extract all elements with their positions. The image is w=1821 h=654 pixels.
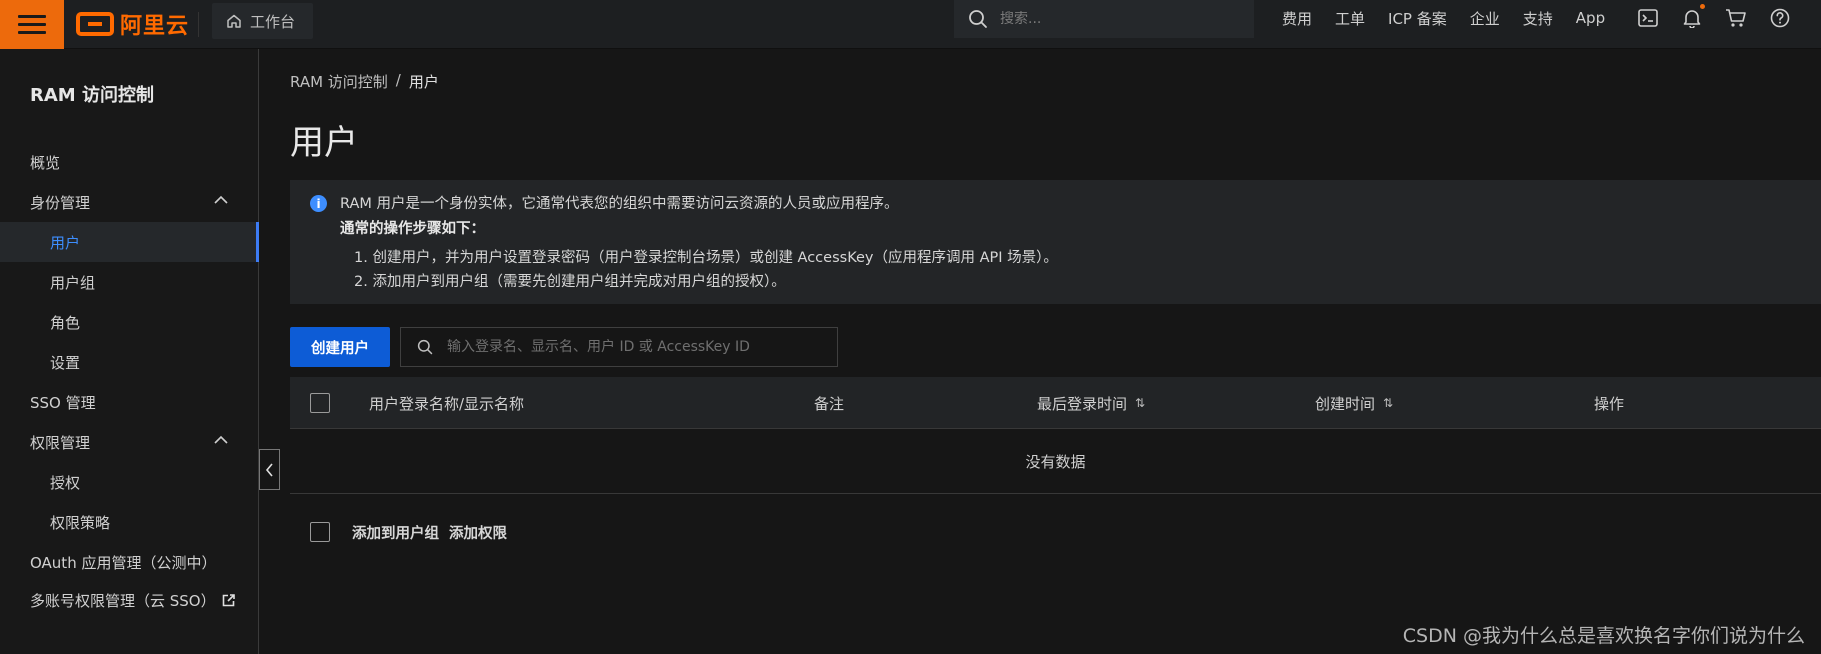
terminal-icon[interactable] bbox=[1637, 7, 1659, 29]
column-label: 创建时间 bbox=[1315, 394, 1376, 413]
workbench-label: 工作台 bbox=[250, 12, 296, 31]
sidebar-item-label: 用户组 bbox=[50, 273, 96, 292]
nav-fees[interactable]: 费用 bbox=[1282, 8, 1312, 29]
nav-support[interactable]: 支持 bbox=[1523, 8, 1553, 29]
hamburger-icon bbox=[18, 14, 46, 35]
column-header-remark: 备注 bbox=[814, 377, 844, 429]
sidebar-item-overview[interactable]: 概览 bbox=[0, 142, 259, 182]
sidebar-collapse-button[interactable] bbox=[259, 449, 280, 490]
sidebar: RAM 访问控制 概览 身份管理 用户 用户组 角色 设置 SSO 管理 权限管… bbox=[0, 49, 259, 654]
sidebar-item-roles[interactable]: 角色 bbox=[0, 302, 259, 342]
topbar-divider bbox=[198, 12, 199, 37]
table-empty-row: 没有数据 bbox=[290, 430, 1821, 494]
sidebar-item-oauth[interactable]: OAuth 应用管理（公测中） bbox=[0, 542, 259, 582]
chevron-left-icon bbox=[265, 462, 273, 477]
sidebar-item-cloud-sso[interactable]: 多账号权限管理（云 SSO） bbox=[0, 580, 259, 620]
add-to-group-button[interactable]: 添加到用户组 bbox=[352, 522, 439, 543]
column-header-last-login: 最后登录时间 ⇅ bbox=[1037, 377, 1145, 429]
info-step-1: 1. 创建用户，并为用户设置登录密码（用户登录控制台场景）或创建 AccessK… bbox=[354, 250, 1058, 266]
sidebar-item-label: 授权 bbox=[50, 473, 81, 492]
top-bar: 阿里云 工作台 费用 工单 ICP 备案 企业 支持 App bbox=[0, 0, 1821, 49]
chevron-up-icon bbox=[214, 195, 228, 204]
top-nav: 费用 工单 ICP 备案 企业 支持 App bbox=[1282, 0, 1628, 36]
brand-name: 阿里云 bbox=[120, 14, 190, 39]
sidebar-title: RAM 访问控制 bbox=[30, 85, 154, 106]
info-steps-heading: 通常的操作步骤如下： bbox=[340, 221, 485, 237]
table-header: 用户登录名称/显示名称 备注 最后登录时间 ⇅ 创建时间 ⇅ 操作 bbox=[290, 377, 1821, 429]
sidebar-item-label: SSO 管理 bbox=[30, 393, 96, 412]
sidebar-item-label: 概览 bbox=[30, 153, 61, 172]
user-search-input[interactable] bbox=[447, 339, 827, 355]
bell-icon[interactable] bbox=[1681, 4, 1705, 29]
workbench-button[interactable]: 工作台 bbox=[212, 3, 314, 39]
column-label: 备注 bbox=[814, 394, 845, 413]
nav-tickets[interactable]: 工单 bbox=[1335, 8, 1365, 29]
page-title: 用户 bbox=[290, 123, 358, 163]
sidebar-item-policies[interactable]: 权限策略 bbox=[0, 502, 259, 542]
top-icons bbox=[1637, 0, 1791, 36]
global-search[interactable] bbox=[954, 0, 1254, 38]
sidebar-item-label: 多账号权限管理（云 SSO） bbox=[30, 591, 216, 610]
column-label: 操作 bbox=[1594, 394, 1625, 413]
external-link-icon bbox=[222, 593, 235, 606]
select-all-checkbox[interactable] bbox=[310, 393, 330, 413]
aliyun-logo[interactable]: 阿里云 bbox=[76, 5, 189, 43]
select-all-cell bbox=[310, 377, 330, 429]
breadcrumb-separator: / bbox=[395, 71, 401, 89]
sidebar-item-label: 权限管理 bbox=[30, 433, 91, 452]
breadcrumb-current: 用户 bbox=[408, 73, 439, 91]
watermark: CSDN @我为什么总是喜欢换名字你们说为什么 bbox=[1402, 625, 1805, 647]
menu-button[interactable] bbox=[0, 0, 64, 49]
cart-icon[interactable] bbox=[1725, 7, 1747, 29]
sidebar-item-label: OAuth 应用管理（公测中） bbox=[30, 553, 217, 572]
sidebar-item-label: 权限策略 bbox=[50, 513, 111, 532]
column-label: 最后登录时间 bbox=[1037, 394, 1128, 413]
breadcrumb-root[interactable]: RAM 访问控制 bbox=[290, 71, 388, 92]
nav-icp[interactable]: ICP 备案 bbox=[1388, 8, 1447, 29]
search-icon bbox=[417, 339, 433, 355]
breadcrumb: RAM 访问控制 / 用户 bbox=[290, 71, 439, 92]
sidebar-item-grants[interactable]: 授权 bbox=[0, 462, 259, 502]
search-icon bbox=[969, 10, 987, 28]
column-header-created: 创建时间 ⇅ bbox=[1315, 377, 1393, 429]
user-search[interactable] bbox=[400, 327, 838, 367]
sort-icon[interactable]: ⇅ bbox=[1135, 396, 1145, 410]
sort-icon[interactable]: ⇅ bbox=[1383, 396, 1393, 410]
notification-dot bbox=[1700, 4, 1705, 9]
sidebar-item-label: 用户 bbox=[50, 233, 81, 252]
column-header-actions: 操作 bbox=[1594, 377, 1624, 429]
sidebar-item-sso[interactable]: SSO 管理 bbox=[0, 382, 259, 422]
home-icon bbox=[227, 14, 241, 28]
global-search-input[interactable] bbox=[1000, 11, 1230, 27]
sidebar-item-label: 身份管理 bbox=[30, 193, 91, 212]
chevron-up-icon bbox=[214, 435, 228, 444]
info-banner: i RAM 用户是一个身份实体，它通常代表您的组织中需要访问云资源的人员或应用程… bbox=[290, 180, 1821, 304]
sidebar-item-settings[interactable]: 设置 bbox=[0, 342, 259, 382]
info-icon: i bbox=[310, 195, 327, 212]
bulk-actions: 添加到用户组 添加权限 bbox=[290, 512, 517, 552]
help-icon[interactable] bbox=[1769, 7, 1791, 29]
bulk-select-checkbox[interactable] bbox=[310, 522, 330, 542]
info-step-2: 2. 添加用户到用户组（需要先创建用户组并完成对用户组的授权）。 bbox=[354, 274, 786, 290]
aliyun-logo-icon bbox=[76, 12, 114, 36]
nav-enterprise[interactable]: 企业 bbox=[1470, 8, 1500, 29]
empty-text: 没有数据 bbox=[1025, 453, 1086, 471]
info-description: RAM 用户是一个身份实体，它通常代表您的组织中需要访问云资源的人员或应用程序。 bbox=[340, 196, 899, 212]
create-user-button[interactable]: 创建用户 bbox=[290, 327, 390, 367]
column-header-username: 用户登录名称/显示名称 bbox=[369, 377, 524, 429]
sidebar-item-identity[interactable]: 身份管理 bbox=[0, 182, 259, 222]
sidebar-item-user-groups[interactable]: 用户组 bbox=[0, 262, 259, 302]
sidebar-item-label: 角色 bbox=[50, 313, 81, 332]
sidebar-item-users[interactable]: 用户 bbox=[0, 222, 259, 262]
column-label: 用户登录名称/显示名称 bbox=[369, 394, 525, 413]
sidebar-item-label: 设置 bbox=[50, 353, 81, 372]
nav-app[interactable]: App bbox=[1576, 9, 1605, 27]
add-permission-button[interactable]: 添加权限 bbox=[449, 522, 507, 543]
sidebar-item-permissions[interactable]: 权限管理 bbox=[0, 422, 259, 462]
